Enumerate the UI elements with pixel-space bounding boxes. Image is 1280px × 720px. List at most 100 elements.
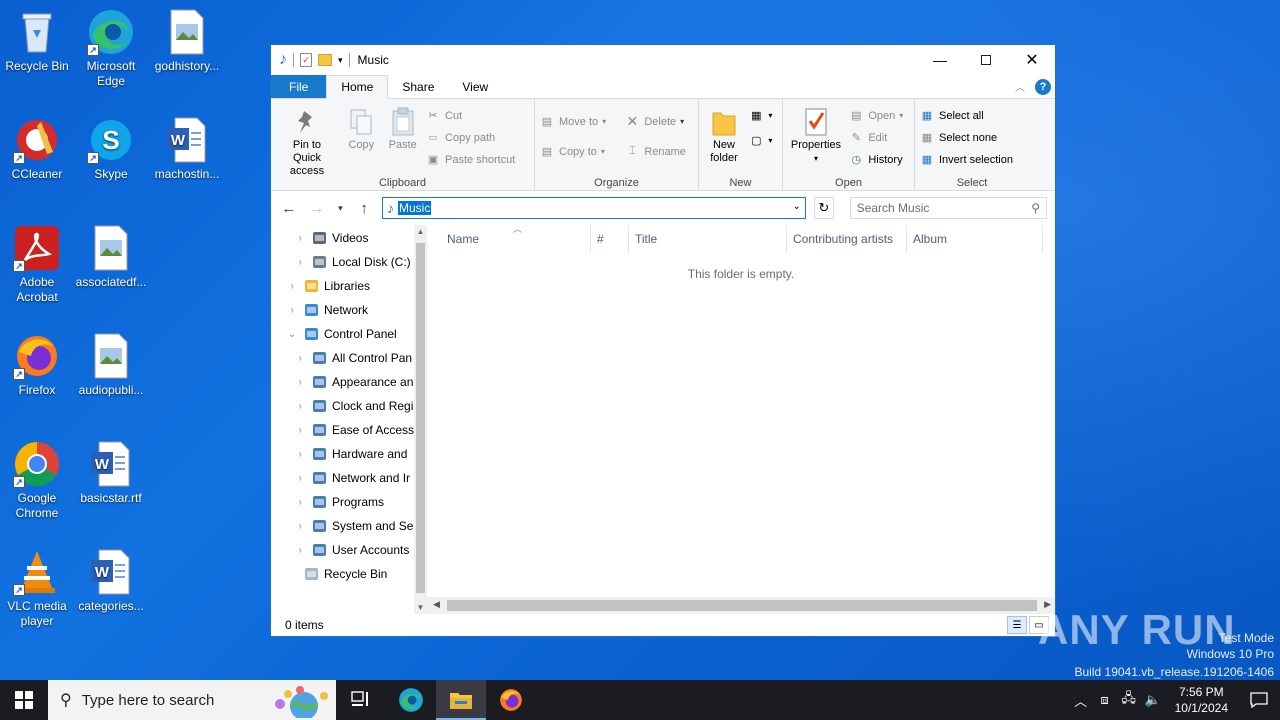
help-icon[interactable]: ? [1035,78,1051,95]
forward-button[interactable]: → [307,200,327,217]
close-button[interactable]: ✕ [1009,45,1055,75]
scroll-down-icon[interactable]: ▼ [414,603,427,612]
collapsed-chevron-icon[interactable]: › [293,401,307,412]
copy-button[interactable]: Copy [342,103,380,154]
tab-share[interactable]: Share [388,75,448,98]
collapsed-chevron-icon[interactable]: › [285,281,299,292]
collapsed-chevron-icon[interactable]: › [293,257,307,268]
history-button[interactable]: ◷ History [848,150,903,169]
collapse-ribbon-icon[interactable]: ︿ [1015,79,1025,94]
minimize-button[interactable]: — [917,45,963,75]
collapsed-chevron-icon[interactable]: › [285,305,299,316]
move-to-button[interactable]: ▤ Move to ▾ [539,112,621,131]
taskbar-search-box[interactable]: ⚲ Type here to search [48,680,336,720]
address-bar[interactable]: ♪ Music ⌄ [381,197,806,219]
collapsed-chevron-icon[interactable]: › [293,425,307,436]
copy-to-button[interactable]: ▤ Copy to ▾ [539,142,621,161]
desktop-icon-acrobat[interactable]: ↗ Adobe Acrobat [0,224,74,305]
volume-icon[interactable]: 🔈 [1141,692,1165,708]
desktop-icon-skype[interactable]: S ↗ Skype [74,116,148,182]
clock[interactable]: 7:56 PM 10/1/2024 [1165,684,1238,716]
show-hidden-icons-chevron-icon[interactable]: ︿ [1069,691,1093,710]
collapsed-chevron-icon[interactable]: › [293,497,307,508]
delete-button[interactable]: ✕ Delete ▾ [624,112,686,131]
open-button[interactable]: ▤ Open ▾ [848,106,903,125]
nav-item[interactable]: › Hardware and [271,442,427,466]
nav-scrollbar[interactable]: ▲ ▼ [414,225,427,614]
address-dropdown-icon[interactable]: ⌄ [793,201,801,212]
taskbar-file-explorer-button[interactable] [436,680,486,720]
action-center-button[interactable] [1238,680,1280,720]
cut-button[interactable]: ✂ Cut [425,106,515,125]
desktop-icon-edge[interactable]: ↗ Microsoft Edge [74,8,148,89]
nav-item[interactable]: › All Control Pan [271,346,427,370]
maximize-button[interactable] [963,45,1009,75]
column-title[interactable]: Title [629,225,787,253]
network-icon[interactable]: 🖧 [1117,689,1141,711]
nav-item[interactable]: › Programs [271,490,427,514]
refresh-button[interactable]: ↻ [813,197,834,219]
nav-item[interactable]: › Appearance an [271,370,427,394]
collapsed-chevron-icon[interactable]: › [293,473,307,484]
pin-quick-access-button[interactable]: Pin to Quick access [275,103,339,180]
desktop-icon-categories[interactable]: W categories... [74,548,148,614]
desktop-icon-basicstar[interactable]: W basicstar.rtf [74,440,148,506]
search-input[interactable]: Search Music ⚲ [849,197,1048,219]
recent-locations-button[interactable]: ▾ [334,203,346,214]
select-none-button[interactable]: ▦ Select none [919,128,1013,147]
paste-shortcut-button[interactable]: ▣ Paste shortcut [425,150,516,169]
copy-path-button[interactable]: ▭ Copy path [425,128,515,147]
tab-home[interactable]: Home [326,75,389,99]
new-folder-quick-icon[interactable] [318,54,332,66]
nav-item[interactable]: › User Accounts [271,538,427,562]
select-all-button[interactable]: ▦ Select all [919,106,1013,125]
collapsed-chevron-icon[interactable]: › [293,233,307,244]
invert-selection-button[interactable]: ▦ Invert selection [919,150,1013,169]
desktop-icon-godhistory[interactable]: godhistory... [150,8,224,74]
start-button[interactable] [0,680,48,720]
expanded-chevron-icon[interactable]: ⌄ [285,329,299,340]
navigation-pane[interactable]: › Videos › Local Disk (C:) › Libraries › Networ… [271,225,427,614]
desktop-icon-audiopubli[interactable]: audiopubli... [74,332,148,398]
scroll-up-icon[interactable]: ▲ [414,227,427,236]
desktop-icon-vlc[interactable]: ↗ VLC media player [0,548,74,629]
scroll-left-icon[interactable]: ◀ [433,599,440,610]
nav-item[interactable]: › System and Se [271,514,427,538]
collapsed-chevron-icon[interactable]: › [293,545,307,556]
column-contributing-artists[interactable]: Contributing artists [787,225,907,253]
nav-item[interactable]: › Network [271,298,427,322]
properties-quick-icon[interactable]: ✓ [300,53,312,67]
tab-view[interactable]: View [448,75,502,98]
desktop-icon-machostin[interactable]: W machostin... [150,116,224,182]
file-list[interactable]: Name ︿ # Title Contributing artists Albu… [427,224,1055,614]
paste-button[interactable]: Paste [384,103,422,154]
collapsed-chevron-icon[interactable]: › [293,353,307,364]
desktop-icon-chrome[interactable]: ↗ Google Chrome [0,440,74,521]
nav-item[interactable]: › Network and Ir [271,466,427,490]
scroll-thumb[interactable] [416,243,425,593]
nav-item[interactable]: › Videos [271,226,427,250]
new-item-button[interactable]: ▦ ▾ [748,106,772,125]
desktop-icon-ccleaner[interactable]: ↗ CCleaner [0,116,74,182]
nav-item[interactable]: › Local Disk (C:) [271,250,427,274]
back-button[interactable]: ← [279,200,299,217]
customize-quick-access-icon[interactable]: ▾ [338,55,343,66]
column-album[interactable]: Album [907,225,1043,253]
column-number[interactable]: # [591,225,629,253]
up-button[interactable]: ↑ [354,200,374,217]
nav-item[interactable]: Recycle Bin [271,562,427,586]
rename-button[interactable]: ⌶ Rename [624,142,686,161]
address-text[interactable]: Music [397,201,432,215]
task-view-button[interactable] [336,680,386,720]
collapsed-chevron-icon[interactable]: › [293,449,307,460]
taskbar-firefox-button[interactable] [486,680,536,720]
tab-file[interactable]: File [271,75,327,98]
nav-item[interactable]: › Libraries [271,274,427,298]
tray-app-icon[interactable]: ⧈ [1093,692,1117,708]
explorer-window[interactable]: ♪ ✓ ▾ Music — ✕ File Home Share View ︿ ? [270,44,1056,637]
edit-button[interactable]: ✎ Edit [848,128,903,147]
properties-button[interactable]: Properties ▾ [787,103,845,167]
taskbar-edge-button[interactable] [386,680,436,720]
h-scroll-thumb[interactable] [447,600,1037,611]
horizontal-scrollbar[interactable]: ◀ ▶ [427,597,1055,614]
